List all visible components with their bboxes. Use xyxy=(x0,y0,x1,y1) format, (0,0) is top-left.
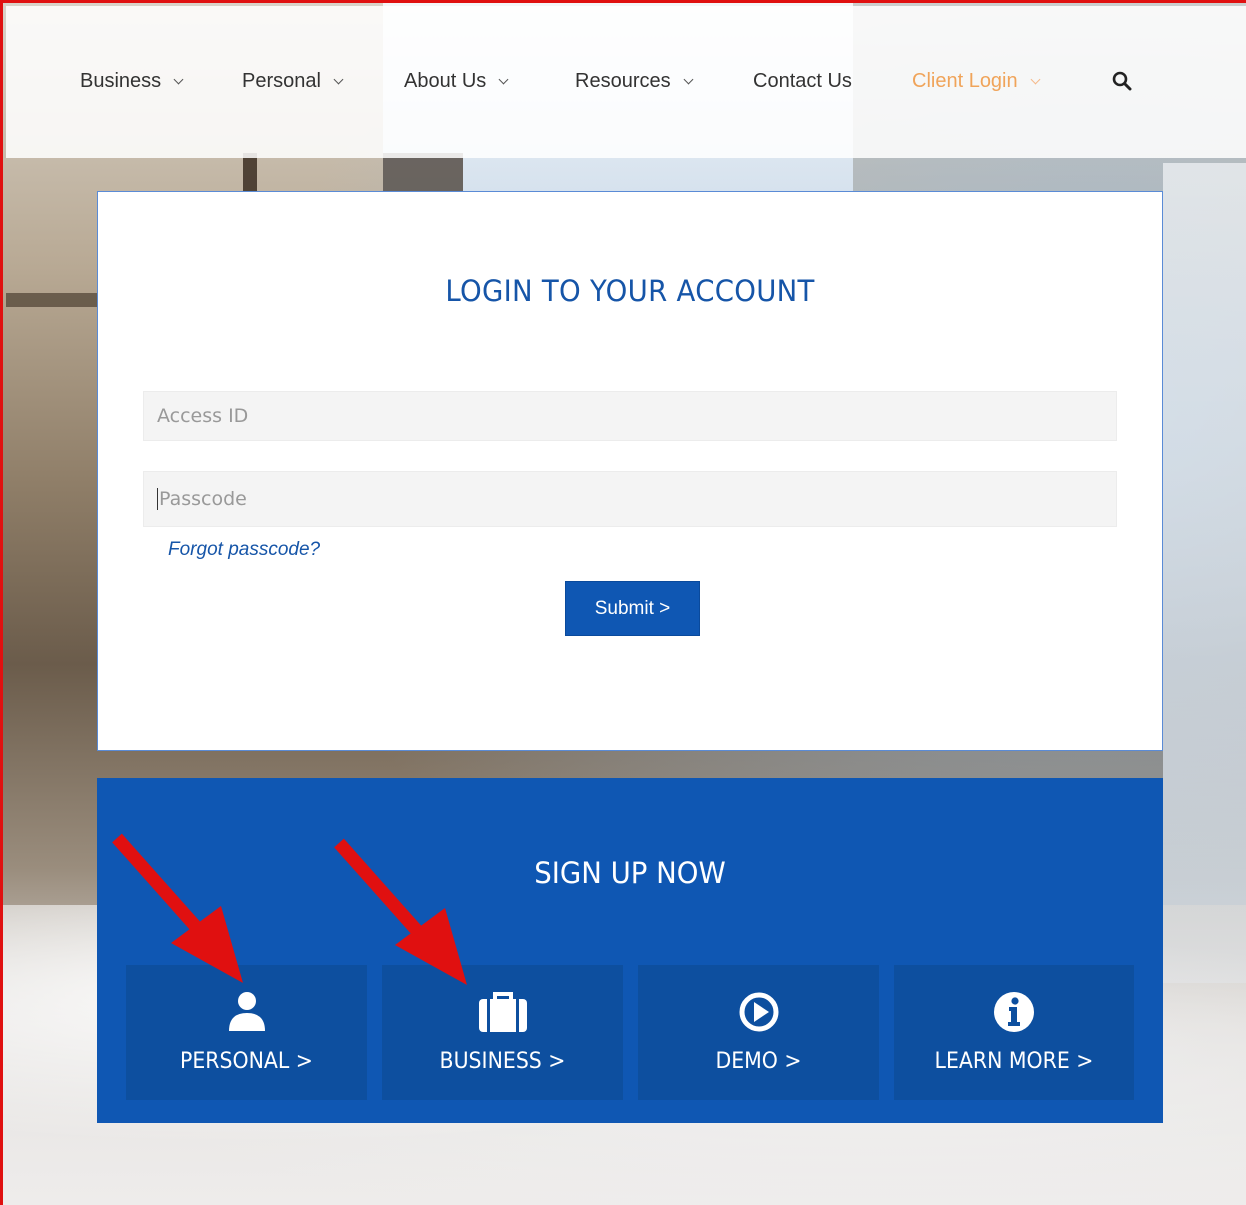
page-frame: Business Personal About Us Resources Con… xyxy=(0,0,1246,1205)
tile-label: PERSONAL > xyxy=(180,1049,313,1074)
background-beam xyxy=(6,293,97,307)
signup-learn-more-tile[interactable]: LEARN MORE > xyxy=(894,965,1134,1100)
nav-item-label: Business xyxy=(80,69,162,92)
login-title: LOGIN TO YOUR ACCOUNT xyxy=(445,274,815,308)
user-icon xyxy=(227,991,267,1038)
nav-item-about-us[interactable]: About Us xyxy=(404,68,509,94)
nav-item-business[interactable]: Business xyxy=(80,68,184,94)
passcode-placeholder: Passcode xyxy=(159,488,247,510)
tile-label: LEARN MORE > xyxy=(934,1049,1094,1074)
signup-panel: SIGN UP NOW PERSONAL > BUSINESS > DEMO >… xyxy=(97,778,1163,1123)
nav-item-label: Resources xyxy=(575,69,671,92)
nav-item-label: Client Login xyxy=(912,69,1018,92)
access-id-placeholder: Access ID xyxy=(157,405,249,427)
forgot-passcode-link[interactable]: Forgot passcode? xyxy=(168,539,320,561)
top-navigation: Business Personal About Us Resources Con… xyxy=(6,6,1246,158)
background-beam xyxy=(243,153,257,193)
passcode-field[interactable]: Passcode xyxy=(143,471,1117,527)
tile-label: BUSINESS > xyxy=(439,1049,566,1074)
login-card: LOGIN TO YOUR ACCOUNT Access ID Passcode… xyxy=(97,191,1163,751)
nav-item-resources[interactable]: Resources xyxy=(575,68,694,94)
chevron-down-icon xyxy=(333,74,344,84)
chevron-down-icon xyxy=(683,74,694,84)
nav-item-label: About Us xyxy=(404,69,487,92)
briefcase-icon xyxy=(478,991,528,1038)
nav-item-contact-us[interactable]: Contact Us xyxy=(753,68,852,94)
nav-item-label: Contact Us xyxy=(753,69,852,92)
nav-item-personal[interactable]: Personal xyxy=(242,68,344,94)
tile-label: DEMO > xyxy=(715,1049,802,1074)
signup-business-tile[interactable]: BUSINESS > xyxy=(382,965,623,1100)
chevron-down-icon xyxy=(498,74,509,84)
play-circle-icon xyxy=(738,991,780,1038)
nav-item-label: Personal xyxy=(242,69,321,92)
nav-item-client-login[interactable]: Client Login xyxy=(912,68,1041,94)
search-icon[interactable] xyxy=(1112,71,1132,91)
chevron-down-icon xyxy=(173,74,184,84)
info-circle-icon xyxy=(993,991,1035,1038)
access-id-field[interactable]: Access ID xyxy=(143,391,1117,441)
signup-personal-tile[interactable]: PERSONAL > xyxy=(126,965,367,1100)
signup-demo-tile[interactable]: DEMO > xyxy=(638,965,879,1100)
signup-title: SIGN UP NOW xyxy=(534,856,726,890)
background-window xyxy=(1163,163,1246,983)
submit-button[interactable]: Submit > xyxy=(565,581,700,636)
chevron-down-icon xyxy=(1030,74,1041,84)
text-caret xyxy=(157,488,158,510)
background-beam xyxy=(383,153,463,193)
